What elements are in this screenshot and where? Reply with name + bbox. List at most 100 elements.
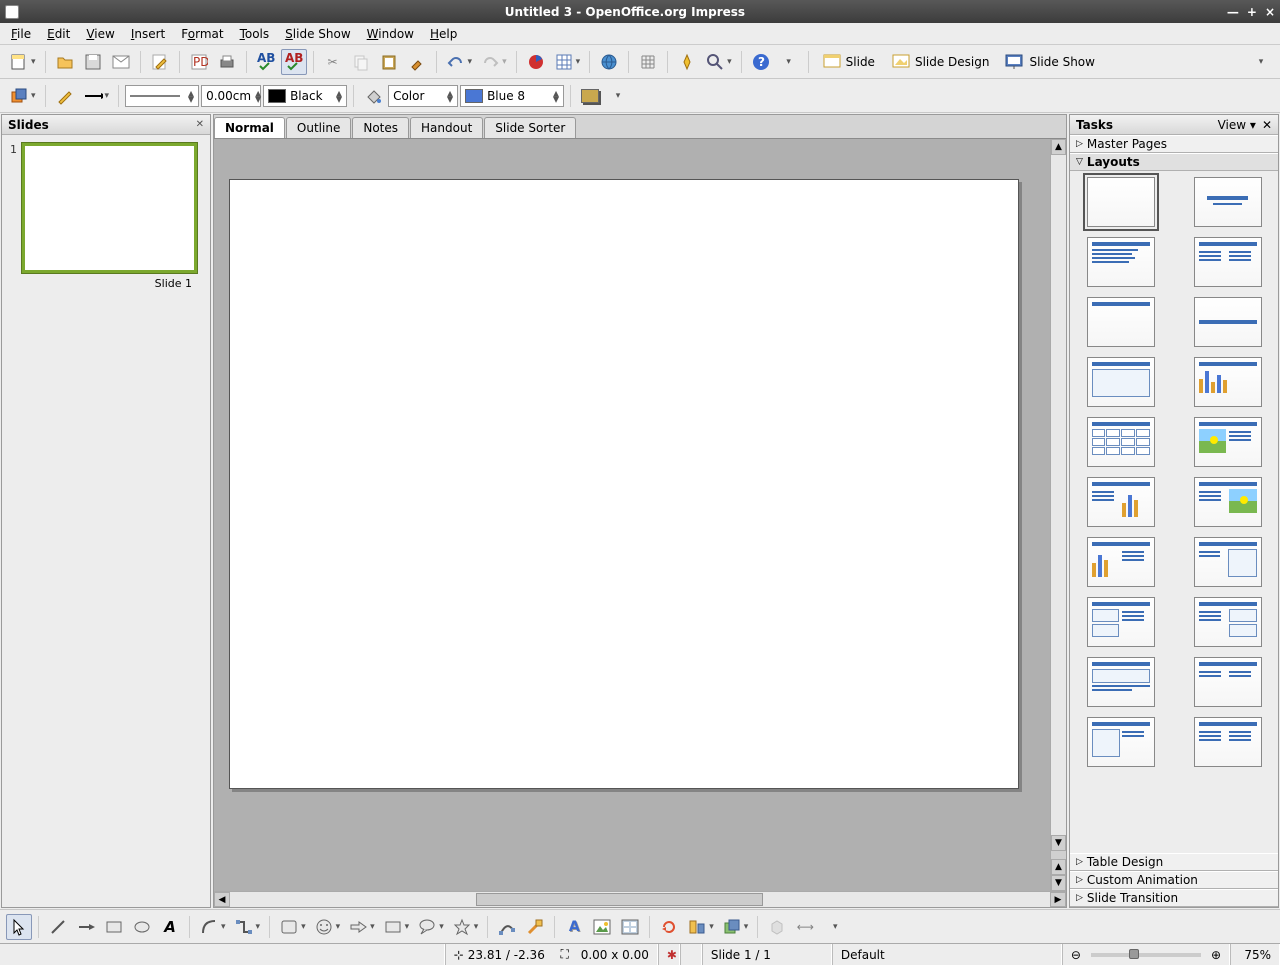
menu-window[interactable]: Window	[360, 25, 421, 43]
glue-points-tool[interactable]	[522, 914, 548, 940]
layout-title-2obj-text[interactable]	[1087, 597, 1155, 647]
slides-panel-close[interactable]: ✕	[196, 119, 204, 130]
tab-normal[interactable]: Normal	[214, 117, 285, 138]
fill-type-combo[interactable]: Color▴▾	[388, 85, 458, 107]
arrange2-tool[interactable]	[719, 914, 752, 940]
redo-button[interactable]	[477, 49, 510, 75]
curve-tool[interactable]	[196, 914, 229, 940]
rectangle-tool[interactable]	[101, 914, 127, 940]
table-button[interactable]	[551, 49, 584, 75]
text-tool[interactable]: A	[157, 914, 183, 940]
callouts-tool[interactable]	[414, 914, 447, 940]
layout-title-table[interactable]	[1087, 417, 1155, 467]
line-color-combo[interactable]: Black▴▾	[263, 85, 347, 107]
toolbar-overflow-1[interactable]: ▾	[776, 49, 802, 75]
tab-handout[interactable]: Handout	[410, 117, 483, 138]
scroll-track[interactable]	[1051, 155, 1066, 835]
layout-title-chart-text[interactable]	[1087, 537, 1155, 587]
status-zoom-controls[interactable]: ⊖ ⊕	[1062, 944, 1230, 965]
tasks-view-menu[interactable]: View ▾	[1218, 118, 1256, 132]
rotate-tool[interactable]	[656, 914, 682, 940]
open-button[interactable]	[52, 49, 78, 75]
block-arrows-tool[interactable]	[345, 914, 378, 940]
menu-insert[interactable]: Insert	[124, 25, 172, 43]
spellcheck-button[interactable]: ABC	[253, 49, 279, 75]
arrange-button[interactable]	[6, 83, 39, 109]
prev-slide-button[interactable]: ▲	[1051, 859, 1066, 875]
close-button[interactable]: ×	[1265, 5, 1275, 19]
autospellcheck-button[interactable]: ABC	[281, 49, 307, 75]
tab-outline[interactable]: Outline	[286, 117, 351, 138]
horizontal-scrollbar[interactable]: ◀ ▶	[214, 891, 1066, 907]
task-section-master-pages[interactable]: ▷Master Pages	[1070, 135, 1278, 153]
copy-button[interactable]	[348, 49, 374, 75]
menu-help[interactable]: Help	[423, 25, 464, 43]
slide-thumbnail[interactable]	[22, 143, 197, 273]
menu-slideshow[interactable]: Slide Show	[278, 25, 358, 43]
tab-slide-sorter[interactable]: Slide Sorter	[484, 117, 576, 138]
task-section-custom-animation[interactable]: ▷Custom Animation	[1070, 871, 1278, 889]
layout-centered-title[interactable]	[1194, 297, 1262, 347]
points-edit-tool[interactable]	[494, 914, 520, 940]
print-button[interactable]	[214, 49, 240, 75]
slide-button[interactable]: Slide	[815, 49, 882, 75]
slide-design-button[interactable]: Slide Design	[884, 49, 997, 75]
menu-view[interactable]: View	[79, 25, 121, 43]
scroll-right-icon[interactable]: ▶	[1050, 892, 1066, 907]
email-button[interactable]	[108, 49, 134, 75]
layout-title-text-clipart[interactable]	[1194, 477, 1262, 527]
from-file-tool[interactable]	[589, 914, 615, 940]
maximize-button[interactable]: +	[1247, 5, 1257, 19]
help-button[interactable]: ?	[748, 49, 774, 75]
flowchart-tool[interactable]	[380, 914, 413, 940]
layout-title-obj-over-text[interactable]	[1087, 657, 1155, 707]
tasks-panel-close[interactable]: ✕	[1262, 118, 1272, 132]
menu-edit[interactable]: Edit	[40, 25, 77, 43]
shadow-button[interactable]	[577, 83, 603, 109]
stars-tool[interactable]	[449, 914, 482, 940]
layout-title-only[interactable]	[1087, 297, 1155, 347]
basic-shapes-tool[interactable]	[276, 914, 309, 940]
zoom-knob[interactable]	[1129, 949, 1139, 959]
layout-title-slide[interactable]	[1194, 177, 1262, 227]
zoom-button[interactable]	[702, 49, 735, 75]
toolbar-overflow-4[interactable]: ▾	[822, 914, 848, 940]
menu-format[interactable]: Format	[174, 25, 230, 43]
ellipse-tool[interactable]	[129, 914, 155, 940]
undo-button[interactable]	[443, 49, 476, 75]
scroll-up-icon[interactable]: ▲	[1051, 139, 1066, 155]
layout-title-text-chart[interactable]	[1087, 477, 1155, 527]
task-section-table-design[interactable]: ▷Table Design	[1070, 853, 1278, 871]
hscroll-thumb[interactable]	[476, 893, 763, 906]
task-section-layouts[interactable]: ▽Layouts	[1070, 153, 1278, 171]
paste-button[interactable]	[376, 49, 402, 75]
tab-notes[interactable]: Notes	[352, 117, 409, 138]
format-paintbrush-button[interactable]	[404, 49, 430, 75]
vertical-scrollbar[interactable]: ▲ ▼ ▲ ▼	[1050, 139, 1066, 891]
select-tool[interactable]	[6, 914, 32, 940]
cut-button[interactable]: ✂	[320, 49, 346, 75]
arrow-tool[interactable]	[73, 914, 99, 940]
zoom-slider[interactable]	[1091, 953, 1201, 957]
symbol-shapes-tool[interactable]	[311, 914, 344, 940]
slides-list[interactable]: 1 Slide 1	[2, 135, 210, 907]
zoom-in-icon[interactable]: ⊕	[1211, 948, 1221, 962]
menu-tools[interactable]: Tools	[233, 25, 277, 43]
new-button[interactable]	[6, 49, 39, 75]
extrusion-tool[interactable]	[764, 914, 790, 940]
line-width-combo[interactable]: 0.00cm▴▾	[201, 85, 261, 107]
scroll-left-icon[interactable]: ◀	[214, 892, 230, 907]
toolbar-overflow-2[interactable]: ▾	[1248, 49, 1274, 75]
save-button[interactable]	[80, 49, 106, 75]
minimize-button[interactable]: —	[1227, 5, 1239, 19]
layout-title-4obj[interactable]	[1087, 717, 1155, 767]
interaction-tool[interactable]: ⟷	[792, 914, 818, 940]
next-slide-button[interactable]: ▼	[1051, 875, 1066, 891]
layout-title-2text[interactable]	[1194, 717, 1262, 767]
zoom-out-icon[interactable]: ⊖	[1071, 948, 1081, 962]
line-style-picker[interactable]	[52, 83, 78, 109]
slide-editing-area[interactable]	[214, 139, 1050, 891]
align-tool[interactable]	[684, 914, 717, 940]
layout-blank[interactable]	[1087, 177, 1155, 227]
layout-title-chart[interactable]	[1194, 357, 1262, 407]
